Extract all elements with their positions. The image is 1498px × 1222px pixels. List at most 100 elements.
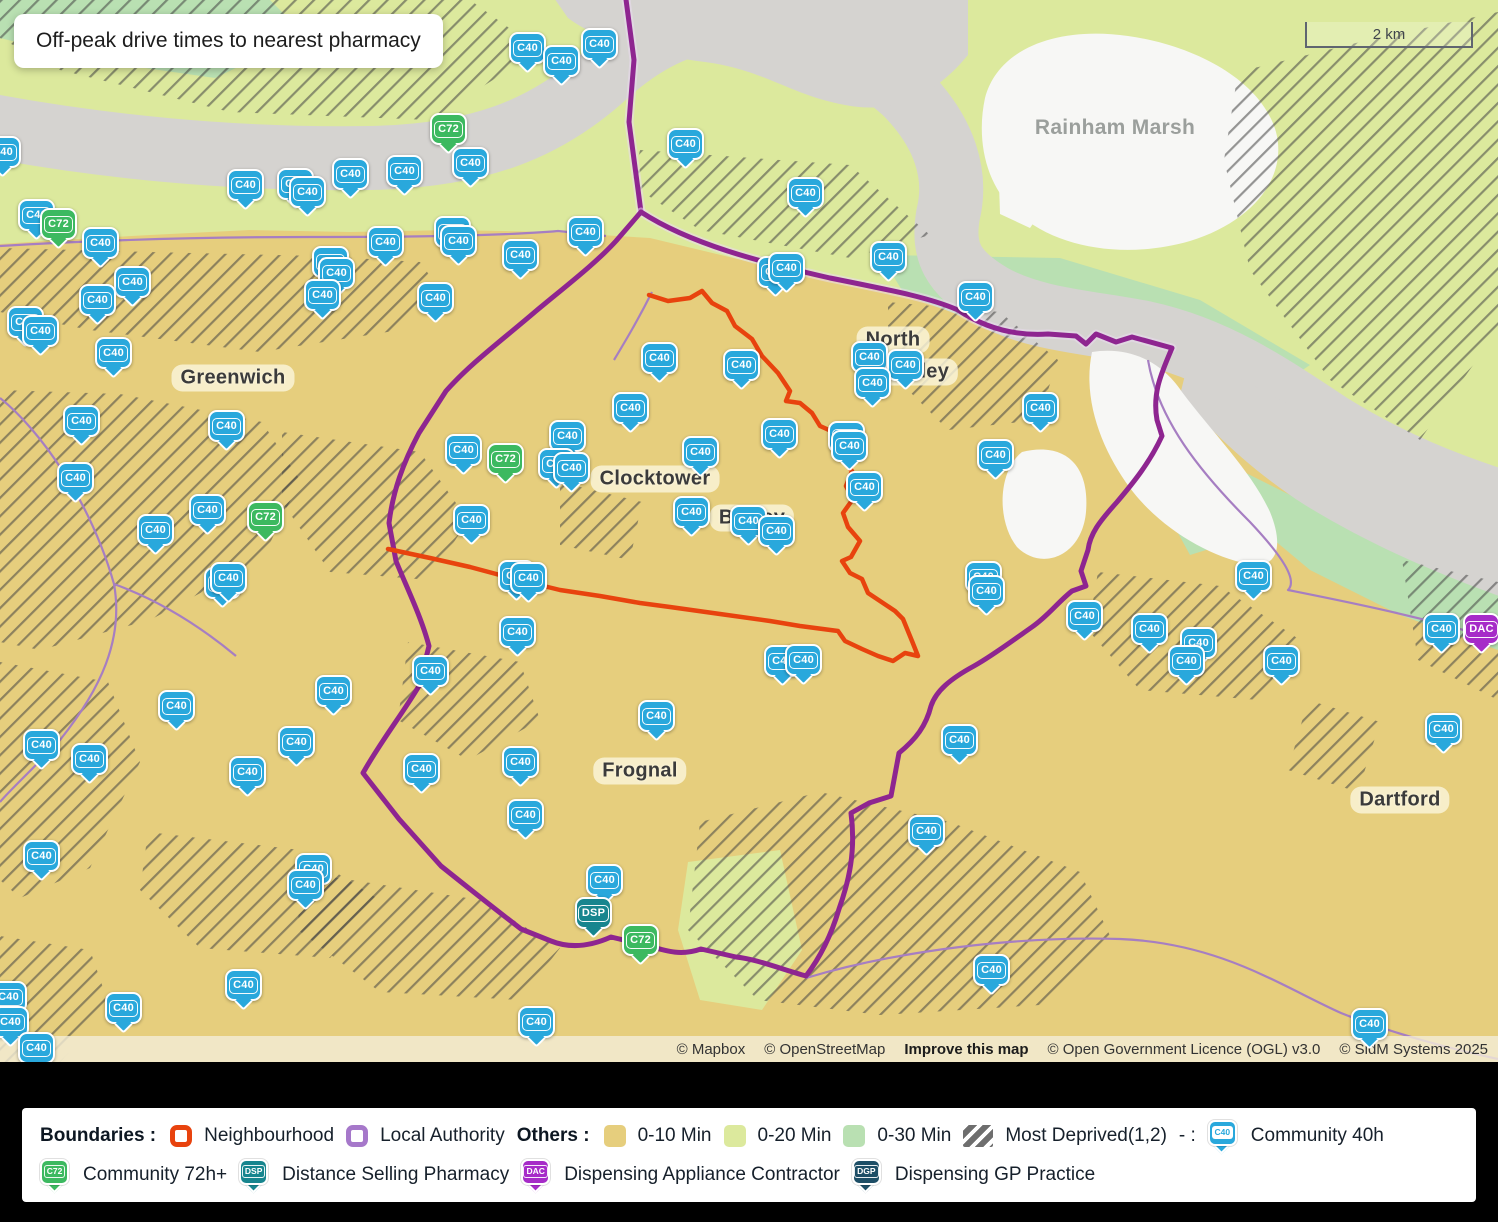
pharmacy-marker-c40[interactable]: C40 [908, 815, 945, 847]
pharmacy-marker-c40[interactable]: C40 [787, 177, 824, 209]
pharmacy-marker-c40[interactable]: C40 [386, 155, 423, 187]
pharmacy-marker-c40[interactable]: C40 [445, 434, 482, 466]
pharmacy-marker-c72[interactable]: C72 [247, 501, 284, 533]
pharmacy-marker-c40[interactable]: C40 [1168, 645, 1205, 677]
pharmacy-marker-c40[interactable]: C40 [1131, 613, 1168, 645]
legend: Boundaries : Neighbourhood Local Authori… [22, 1108, 1476, 1202]
attribution-mapbox[interactable]: © Mapbox [677, 1041, 746, 1058]
pharmacy-marker-c40[interactable]: C40 [417, 282, 454, 314]
pharmacy-marker-c40[interactable]: C40 [79, 284, 116, 316]
pharmacy-marker-c40[interactable]: C40 [114, 266, 151, 298]
pharmacy-marker-c40[interactable]: C40 [23, 729, 60, 761]
pharmacy-marker-c40[interactable]: C40 [870, 241, 907, 273]
pharmacy-marker-c72[interactable]: C72 [40, 208, 77, 240]
pharmacy-marker-c40[interactable]: C40 [638, 700, 675, 732]
pharmacy-marker-c40[interactable]: C40 [137, 514, 174, 546]
pharmacy-marker-c40[interactable]: C40 [95, 337, 132, 369]
pharmacy-marker-c40[interactable]: C40 [225, 969, 262, 1001]
pharmacy-marker-c40[interactable]: C40 [973, 954, 1010, 986]
pharmacy-marker-c40[interactable]: C40 [158, 690, 195, 722]
pharmacy-marker-c40[interactable]: C40 [1263, 645, 1300, 677]
pharmacy-marker-c40[interactable]: C40 [22, 315, 59, 347]
c40-glyph: C40 [27, 848, 56, 865]
pharmacy-marker-c40[interactable]: C40 [287, 869, 324, 901]
pharmacy-marker-c40[interactable]: C40 [1235, 560, 1272, 592]
pharmacy-marker-c40[interactable]: C40 [227, 169, 264, 201]
pharmacy-marker-c40[interactable]: C40 [1351, 1008, 1388, 1040]
pharmacy-marker-dac[interactable]: DAC [1463, 613, 1498, 645]
pharmacy-marker-c40[interactable]: C40 [502, 239, 539, 271]
attribution-osm[interactable]: © OpenStreetMap [764, 1041, 885, 1058]
pharmacy-marker-c40[interactable]: C40 [105, 992, 142, 1024]
pharmacy-marker-c40[interactable]: C40 [854, 367, 891, 399]
pharmacy-marker-c40[interactable]: C40 [453, 504, 490, 536]
pharmacy-marker-c40[interactable]: C40 [667, 128, 704, 160]
pharmacy-marker-c40[interactable]: C40 [887, 349, 924, 381]
pharmacy-marker-c72[interactable]: C72 [487, 443, 524, 475]
pharmacy-marker-c40[interactable]: C40 [412, 655, 449, 687]
pharmacy-marker-c40[interactable]: C40 [723, 349, 760, 381]
pharmacy-marker-c40[interactable]: C40 [440, 225, 477, 257]
pharmacy-marker-c40[interactable]: C40 [189, 494, 226, 526]
pharmacy-marker-c40[interactable]: C40 [567, 216, 604, 248]
pharmacy-marker-c40[interactable]: C40 [452, 147, 489, 179]
pharmacy-marker-c72[interactable]: C72 [430, 113, 467, 145]
pharmacy-marker-c40[interactable]: C40 [18, 1032, 55, 1062]
map-canvas[interactable]: GreenwichClocktowerBexleyNorthBexleyFrog… [0, 0, 1498, 1062]
pharmacy-marker-c40[interactable]: C40 [586, 864, 623, 896]
pharmacy-marker-c40[interactable]: C40 [510, 562, 547, 594]
pharmacy-marker-c40[interactable]: C40 [543, 45, 580, 77]
pharmacy-marker-c40[interactable]: C40 [612, 392, 649, 424]
pharmacy-marker-c40[interactable]: C40 [1423, 613, 1460, 645]
pharmacy-marker-c40[interactable]: C40 [553, 452, 590, 484]
pharmacy-marker-c40[interactable]: C40 [785, 644, 822, 676]
pharmacy-marker-c72[interactable]: C72 [622, 924, 659, 956]
pharmacy-marker-c40[interactable]: C40 [758, 515, 795, 547]
pharmacy-marker-c40[interactable]: C40 [63, 405, 100, 437]
pharmacy-marker-c40[interactable]: C40 [768, 252, 805, 284]
pharmacy-marker-c40[interactable]: C40 [1425, 713, 1462, 745]
pharmacy-marker-c40[interactable]: C40 [229, 756, 266, 788]
pharmacy-marker-c40[interactable]: C40 [682, 436, 719, 468]
pharmacy-marker-dsp[interactable]: DSP [575, 897, 612, 929]
pharmacy-marker-c40[interactable]: C40 [0, 136, 21, 168]
pharmacy-marker-c40[interactable]: C40 [278, 726, 315, 758]
improve-this-map-link[interactable]: Improve this map [904, 1041, 1028, 1058]
pharmacy-marker-c40[interactable]: C40 [641, 342, 678, 374]
drivetime-0-10-swatch [604, 1125, 626, 1147]
pharmacy-marker-c40[interactable]: C40 [210, 562, 247, 594]
dispensing-gp-practice-pin-icon: DGP [852, 1159, 881, 1185]
pharmacy-marker-c40[interactable]: C40 [499, 616, 536, 648]
page: GreenwichClocktowerBexleyNorthBexleyFrog… [0, 0, 1498, 1222]
pharmacy-marker-c40[interactable]: C40 [1066, 600, 1103, 632]
pharmacy-marker-c40[interactable]: C40 [315, 675, 352, 707]
pharmacy-marker-c40[interactable]: C40 [581, 28, 618, 60]
pharmacy-marker-c40[interactable]: C40 [977, 439, 1014, 471]
pharmacy-marker-c40[interactable]: C40 [518, 1006, 555, 1038]
pharmacy-marker-c40[interactable]: C40 [367, 226, 404, 258]
pharmacy-marker-c40[interactable]: C40 [846, 471, 883, 503]
attribution-ogl[interactable]: © Open Government Licence (OGL) v3.0 [1048, 1041, 1321, 1058]
pharmacy-marker-c40[interactable]: C40 [208, 410, 245, 442]
pharmacy-marker-c40[interactable]: C40 [82, 227, 119, 259]
pharmacy-marker-c40[interactable]: C40 [507, 799, 544, 831]
pharmacy-marker-c40[interactable]: C40 [502, 746, 539, 778]
pharmacy-marker-c40[interactable]: C40 [289, 176, 326, 208]
pharmacy-marker-c40[interactable]: C40 [957, 281, 994, 313]
pharmacy-marker-c40[interactable]: C40 [941, 724, 978, 756]
pharmacy-marker-c40[interactable]: C40 [71, 743, 108, 775]
pharmacy-marker-c40[interactable]: C40 [968, 575, 1005, 607]
pharmacy-marker-c40[interactable]: C40 [23, 840, 60, 872]
pharmacy-marker-c40[interactable]: C40 [304, 279, 341, 311]
pharmacy-marker-c40[interactable]: C40 [332, 158, 369, 190]
c40-glyph: C40 [553, 428, 582, 445]
pharmacy-marker-c40[interactable]: C40 [761, 418, 798, 450]
pharmacy-marker-c40[interactable]: C40 [509, 32, 546, 64]
c40-glyph: C40 [590, 872, 619, 889]
pharmacy-marker-c40[interactable]: C40 [57, 462, 94, 494]
pharmacy-marker-c40[interactable]: C40 [403, 753, 440, 785]
pharmacy-marker-c40[interactable]: C40 [1022, 392, 1059, 424]
pharmacy-marker-c40[interactable]: C40 [831, 430, 868, 462]
c40-glyph: C40 [109, 1000, 138, 1017]
pharmacy-marker-c40[interactable]: C40 [673, 496, 710, 528]
